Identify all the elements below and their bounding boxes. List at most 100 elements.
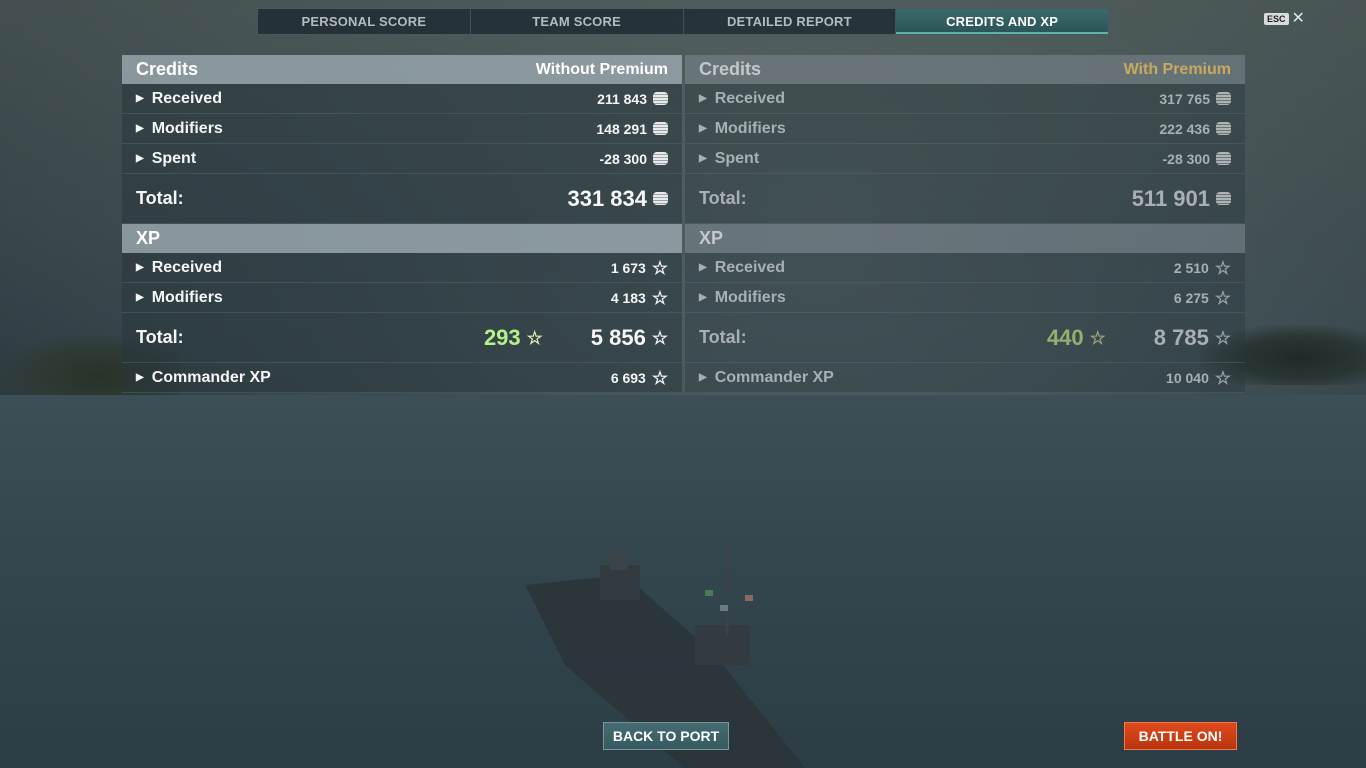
xp-total-value: 8 785 [1153, 324, 1209, 350]
row-label: Received [714, 89, 785, 107]
row-value: 317 765 [1159, 90, 1210, 107]
xp-title: XP [136, 228, 161, 248]
row-label: Modifiers [151, 288, 223, 306]
back-to-port-button[interactable]: BACK TO PORT [603, 722, 729, 750]
row-value: 148 291 [596, 120, 647, 137]
caret-right-icon: ▶ [136, 93, 144, 104]
row-label: Spent [151, 149, 197, 167]
xp-total-value: 5 856 [590, 324, 646, 350]
caret-right-icon: ▶ [699, 292, 707, 303]
xp-bonus-value: 440 [1046, 324, 1084, 350]
row-label: Received [151, 258, 222, 276]
esc-key-icon: ESC [1264, 13, 1289, 25]
column-label: Without Premium [535, 60, 668, 78]
star-icon: ☆ [651, 287, 668, 308]
credits-header: Credits Without Premium [122, 55, 682, 84]
star-icon: ☆ [1214, 257, 1231, 278]
row-value: 10 040 [1166, 369, 1209, 386]
credits-coin-icon [1216, 122, 1231, 135]
credits-coin-icon [1216, 92, 1231, 105]
star-icon: ☆ [1089, 327, 1106, 348]
credits-received-row[interactable]: ▶ Received 317 765 [685, 84, 1245, 114]
row-label: Commander XP [714, 368, 834, 386]
row-label: Spent [714, 149, 760, 167]
caret-right-icon: ▶ [136, 372, 144, 383]
commander-xp-row[interactable]: ▶ Commander XP 10 040 ☆ [685, 363, 1245, 393]
credits-spent-row[interactable]: ▶ Spent -28 300 [122, 144, 682, 174]
xp-total-row: Total: 440 ☆ 8 785 ☆ [685, 313, 1245, 363]
tab-personal-score[interactable]: PERSONAL SCORE [258, 9, 471, 34]
caret-right-icon: ▶ [136, 262, 144, 273]
caret-right-icon: ▶ [136, 153, 144, 164]
row-label: Modifiers [714, 119, 786, 137]
row-label: Modifiers [151, 119, 223, 137]
xp-modifiers-row[interactable]: ▶ Modifiers 4 183 ☆ [122, 283, 682, 313]
close-button[interactable]: ESC ✕ [1264, 10, 1305, 27]
row-value: 6 693 [610, 369, 646, 386]
star-icon: ☆ [1214, 287, 1231, 308]
battle-on-button[interactable]: BATTLE ON! [1124, 722, 1237, 750]
xp-bonus-value: 293 [483, 324, 521, 350]
row-value: 1 673 [610, 259, 646, 276]
credits-total-row: Total: 331 834 [122, 174, 682, 224]
tab-team-score[interactable]: TEAM SCORE [471, 9, 684, 34]
star-icon: ☆ [1214, 327, 1231, 348]
credits-title: Credits [136, 59, 199, 79]
tab-credits-and-xp[interactable]: CREDITS AND XP [896, 9, 1108, 34]
caret-right-icon: ▶ [699, 93, 707, 104]
row-value: 4 183 [610, 289, 646, 306]
close-icon: ✕ [1291, 10, 1305, 27]
credits-header: Credits With Premium [685, 55, 1245, 84]
credits-coin-icon [653, 152, 668, 165]
row-label: Modifiers [714, 288, 786, 306]
commander-xp-row[interactable]: ▶ Commander XP 6 693 ☆ [122, 363, 682, 393]
xp-received-row[interactable]: ▶ Received 1 673 ☆ [122, 253, 682, 283]
row-value: 211 843 [597, 90, 647, 107]
with-premium-panel: Credits With Premium ▶ Received 317 765 ▶… [685, 55, 1245, 393]
xp-modifiers-row[interactable]: ▶ Modifiers 6 275 ☆ [685, 283, 1245, 313]
without-premium-panel: Credits Without Premium ▶ Received 211 84… [122, 55, 682, 393]
xp-title: XP [699, 228, 724, 248]
caret-right-icon: ▶ [136, 123, 144, 134]
caret-right-icon: ▶ [699, 123, 707, 134]
caret-right-icon: ▶ [136, 292, 144, 303]
credits-coin-icon [653, 192, 668, 205]
xp-header: XP [122, 224, 682, 253]
credits-total-row: Total: 511 901 [685, 174, 1245, 224]
column-label: With Premium [1123, 60, 1231, 78]
star-icon: ☆ [1214, 367, 1231, 388]
total-label: Total: [699, 327, 747, 347]
row-value: -28 300 [599, 150, 647, 167]
row-label: Received [714, 258, 785, 276]
star-icon: ☆ [651, 257, 668, 278]
credits-coin-icon [1216, 192, 1231, 205]
star-icon: ☆ [526, 327, 543, 348]
credits-coin-icon [653, 92, 668, 105]
star-icon: ☆ [651, 327, 668, 348]
credits-received-row[interactable]: ▶ Received 211 843 [122, 84, 682, 114]
credits-total-value: 511 901 [1131, 185, 1210, 211]
tab-detailed-report[interactable]: DETAILED REPORT [684, 9, 897, 34]
row-value: -28 300 [1162, 150, 1210, 167]
total-label: Total: [699, 188, 747, 208]
credits-title: Credits [699, 59, 762, 79]
xp-received-row[interactable]: ▶ Received 2 510 ☆ [685, 253, 1245, 283]
caret-right-icon: ▶ [699, 153, 707, 164]
credits-total-value: 331 834 [567, 185, 647, 211]
credits-coin-icon [1216, 152, 1231, 165]
credits-spent-row[interactable]: ▶ Spent -28 300 [685, 144, 1245, 174]
star-icon: ☆ [651, 367, 668, 388]
credits-modifiers-row[interactable]: ▶ Modifiers 148 291 [122, 114, 682, 144]
total-label: Total: [136, 188, 184, 208]
results-tab-bar: PERSONAL SCORE TEAM SCORE DETAILED REPOR… [257, 8, 1109, 35]
xp-header: XP [685, 224, 1245, 253]
caret-right-icon: ▶ [699, 262, 707, 273]
row-value: 6 275 [1173, 289, 1209, 306]
credits-coin-icon [653, 122, 668, 135]
row-label: Received [151, 89, 222, 107]
credits-modifiers-row[interactable]: ▶ Modifiers 222 436 [685, 114, 1245, 144]
caret-right-icon: ▶ [699, 372, 707, 383]
total-label: Total: [136, 327, 184, 347]
row-value: 222 436 [1159, 120, 1210, 137]
row-label: Commander XP [151, 368, 271, 386]
